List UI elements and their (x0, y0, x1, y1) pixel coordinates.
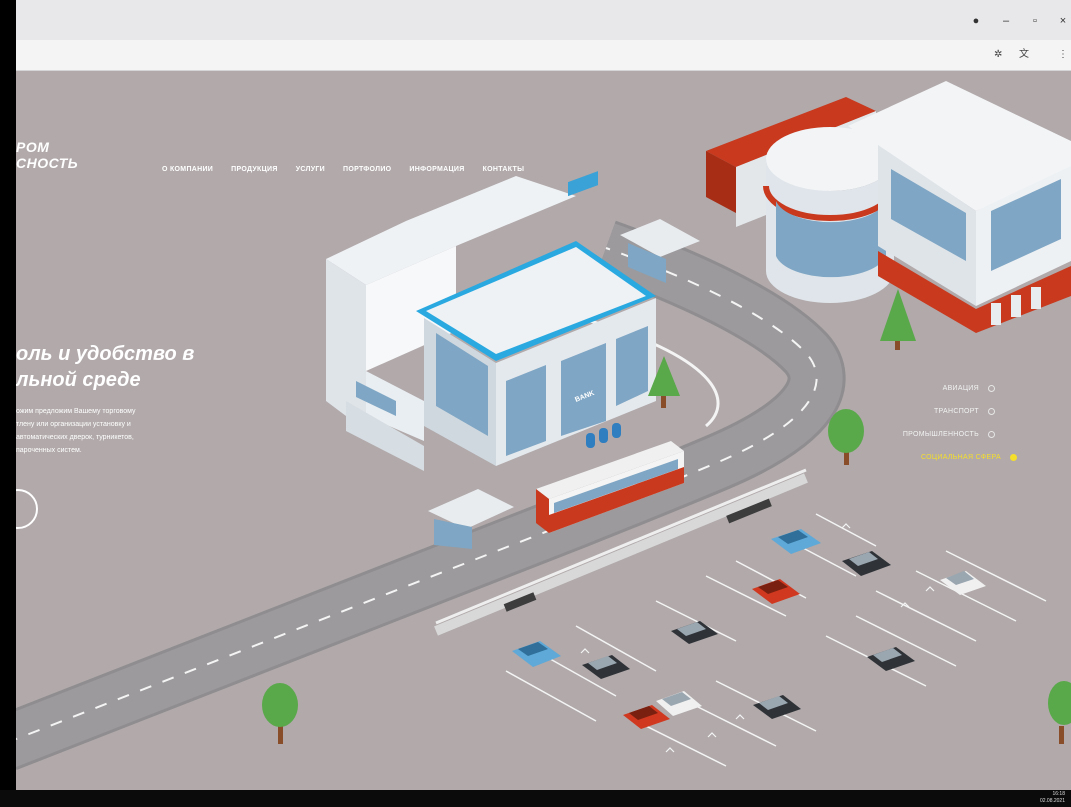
hero-title-line-1: оль и удобство в (16, 343, 195, 365)
sector-label: АВИАЦИЯ (942, 385, 979, 392)
hero-text-line-4: пароченных систем. (16, 447, 82, 454)
tree-3 (880, 289, 916, 350)
car-white-1 (940, 571, 986, 595)
browser-tab-strip: ● – ▫ × (16, 0, 1071, 40)
system-clock[interactable]: 16:18 02.08.2021 (1040, 791, 1065, 805)
sector-industry[interactable]: ПРОМЫШЛЕННОСТЬ (866, 430, 1001, 439)
nav-item-portfolio[interactable]: ПОРТФОЛИО (343, 166, 391, 173)
sector-social[interactable]: СОЦИАЛЬНАЯ СФЕРА (913, 453, 1023, 462)
nav-item-contacts[interactable]: КОНТАКТЫ (483, 166, 525, 173)
car-black-3 (867, 647, 915, 671)
close-icon[interactable]: × (1056, 14, 1070, 28)
sector-dot-icon (1010, 454, 1017, 461)
tree-5 (1048, 681, 1071, 744)
hero-title: оль и удобство в льной среде (16, 341, 194, 393)
tree-4 (262, 683, 298, 744)
site-logo[interactable]: РОМ СНОСТЬ (16, 139, 78, 171)
car-black-2 (671, 621, 718, 644)
sector-label: ПРОМЫШЛЕННОСТЬ (902, 431, 979, 438)
nav-item-information[interactable]: ИНФОРМАЦИЯ (409, 166, 464, 173)
sector-dot-icon (988, 385, 995, 392)
sector-transport[interactable]: ТРАНСПОРТ (866, 407, 1001, 416)
logo-line-2: СНОСТЬ (16, 155, 79, 171)
clock-time: 16:18 (1052, 791, 1065, 797)
sector-label: ТРАНСПОРТ (933, 408, 979, 415)
sector-menu: АВИАЦИЯ ТРАНСПОРТ ПРОМЫШЛЕННОСТЬ СОЦИАЛЬ… (866, 384, 1017, 476)
address-bar[interactable]: ✲ 文 ⋮ (16, 40, 1071, 71)
hero-text-line-1: ожим предложим Вашему торговому (16, 408, 136, 415)
hero-text-line-3: автоматических дверок, турникетов, (16, 434, 134, 441)
nav-item-services[interactable]: УСЛУГИ (296, 166, 325, 173)
translate-icon[interactable]: 文 (1019, 49, 1029, 61)
parking-lines (505, 513, 1047, 767)
user-avatar-icon[interactable]: ● (969, 14, 983, 28)
restore-icon[interactable]: ▫ (1028, 14, 1042, 28)
web-page: BANK РОМ СНОСТЬ О КОМПАНИИ ПРОДУКЦИЯ УСЛ… (16, 71, 1071, 790)
main-nav: О КОМПАНИИ ПРОДУКЦИЯ УСЛУГИ ПОРТФОЛИО ИН… (162, 166, 524, 173)
bank-building: BANK (326, 171, 656, 471)
tree-2 (828, 409, 864, 465)
minimize-icon[interactable]: – (999, 14, 1013, 28)
nav-item-company[interactable]: О КОМПАНИИ (162, 166, 213, 173)
sector-aviation[interactable]: АВИАЦИЯ (866, 384, 1001, 393)
car-red-1 (752, 579, 800, 604)
car-blue-1 (771, 529, 821, 554)
car-black-4 (582, 655, 630, 679)
more-vertical-icon[interactable]: ⋮ (1058, 49, 1068, 61)
hero-title-line-2: льной среде (16, 369, 141, 391)
sector-dot-icon (988, 431, 995, 438)
car-blue-2 (512, 641, 561, 667)
nav-item-products[interactable]: ПРОДУКЦИЯ (231, 166, 278, 173)
extension-icon[interactable]: ✲ (994, 49, 1002, 61)
os-taskbar: 16:18 02.08.2021 (0, 790, 1071, 807)
logo-line-1: РОМ (16, 139, 50, 155)
browser-window: ● – ▫ × ✲ 文 ⋮ BANK РОМ СНОСТЬ О КОМПАНИИ… (16, 0, 1071, 790)
hero-description: ожим предложим Вашему торговому тлену ил… (16, 405, 226, 457)
sector-dot-icon (988, 408, 995, 415)
car-black-5 (753, 695, 801, 719)
car-white-2 (656, 691, 702, 716)
hero-text-line-2: тлену или организации установку и (16, 421, 131, 428)
clock-date: 02.08.2021 (1039, 798, 1065, 804)
car-red-2 (623, 705, 670, 729)
sector-label: СОЦИАЛЬНАЯ СФЕРА (920, 454, 1001, 461)
